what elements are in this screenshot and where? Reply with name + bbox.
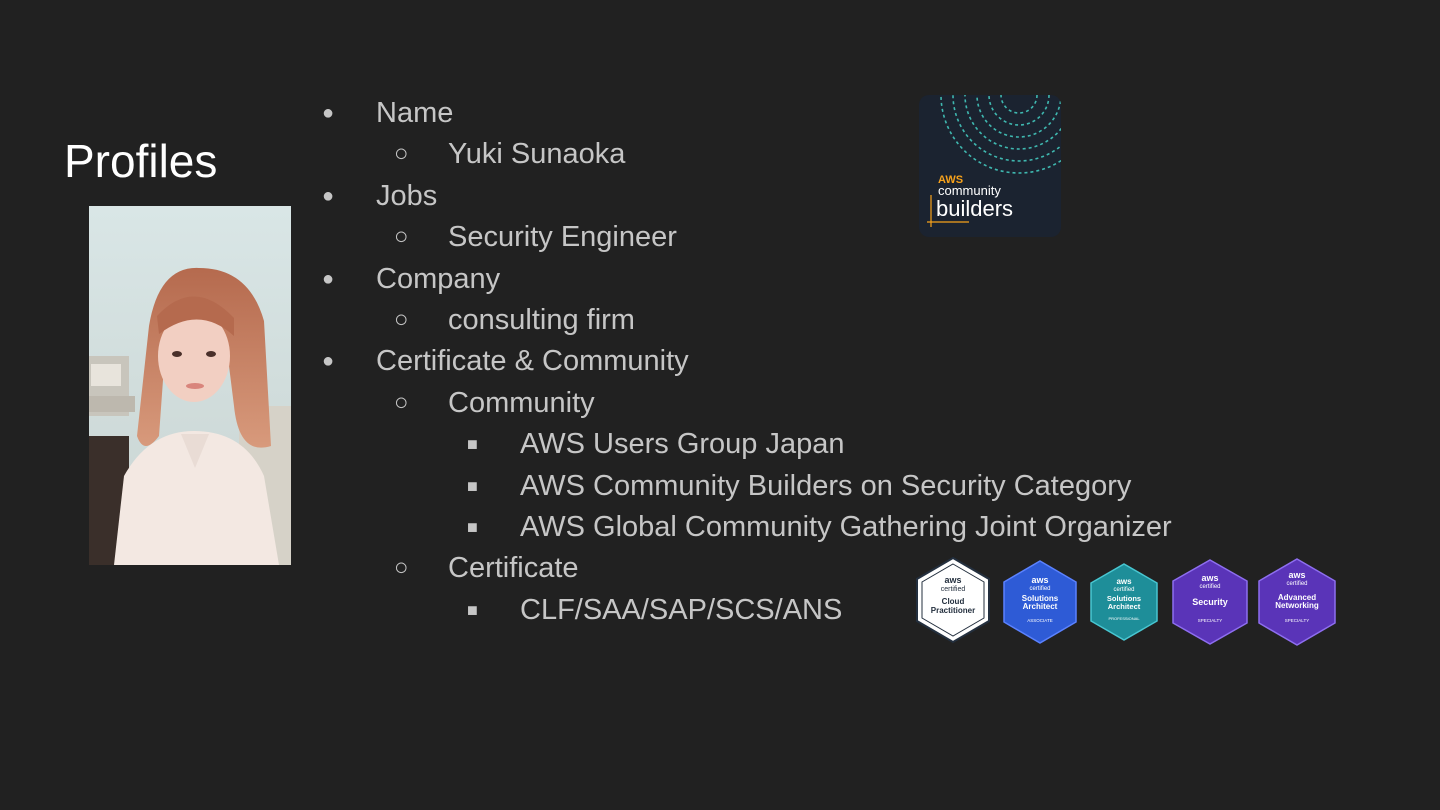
svg-text:certified: certified (1286, 581, 1307, 587)
svg-text:Networking: Networking (1275, 601, 1319, 610)
svg-text:Cloud: Cloud (942, 597, 965, 606)
badge-solutions-architect-associate: aws certified Solutions Architect ASSOCI… (1003, 560, 1077, 644)
svg-text:Architect: Architect (1023, 602, 1058, 611)
badge-security-specialty: aws certified Security SPECIALTY (1172, 559, 1248, 645)
svg-text:PROFESSIONAL: PROFESSIONAL (1108, 616, 1140, 621)
svg-text:aws: aws (1201, 573, 1218, 583)
svg-text:certified: certified (1199, 584, 1220, 590)
svg-text:certified: certified (1029, 586, 1050, 592)
svg-text:certified: certified (941, 586, 966, 593)
svg-text:aws: aws (1116, 577, 1132, 586)
svg-text:aws: aws (1031, 575, 1048, 585)
svg-text:aws: aws (944, 575, 961, 585)
svg-text:certified: certified (1113, 587, 1134, 593)
svg-text:ASSOCIATE: ASSOCIATE (1027, 618, 1052, 623)
certification-badges: aws certified Cloud Practitioner aws cer… (916, 556, 1336, 646)
badge-cloud-practitioner: aws certified Cloud Practitioner (916, 556, 990, 644)
svg-text:SPECIALTY: SPECIALTY (1198, 618, 1222, 623)
badge-advanced-networking-specialty: aws certified Advanced Networking SPECIA… (1258, 558, 1336, 646)
svg-text:aws: aws (1288, 570, 1305, 580)
svg-text:Architect: Architect (1108, 602, 1141, 611)
svg-text:SPECIALTY: SPECIALTY (1285, 618, 1309, 623)
badge-solutions-architect-professional: aws certified Solutions Architect PROFES… (1090, 563, 1158, 641)
svg-text:Security: Security (1192, 597, 1228, 607)
svg-text:Practitioner: Practitioner (931, 606, 975, 615)
slide: Profiles ● Name ○ Yuki Sunaoka ● Jobs ○ … (0, 0, 1440, 810)
